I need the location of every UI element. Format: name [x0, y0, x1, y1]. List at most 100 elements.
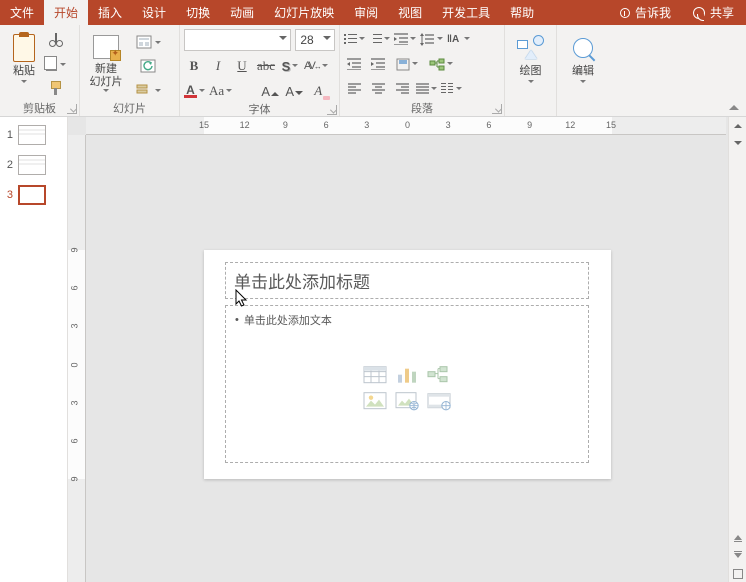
new-slide-button[interactable]: ✦ 新建 幻灯片 [84, 29, 128, 95]
font-color-button[interactable]: A [184, 81, 205, 101]
brush-icon [49, 81, 63, 95]
bullets-button[interactable] [344, 29, 365, 49]
increase-indent-button[interactable] [368, 54, 388, 74]
previous-slide-button[interactable] [729, 529, 746, 546]
tab-home[interactable]: 开始 [44, 0, 88, 25]
share-button[interactable]: 共享 [681, 4, 746, 21]
font-launcher[interactable] [327, 105, 337, 115]
align-center-button[interactable] [368, 79, 388, 99]
ruler-tick: 0 [405, 120, 410, 130]
scroll-up-button[interactable] [729, 117, 746, 134]
change-case-button[interactable]: Aa [209, 81, 232, 101]
tab-file[interactable]: 文件 [0, 0, 44, 25]
slide-thumb-3[interactable]: 3 [3, 182, 64, 207]
text-shadow-button[interactable]: S [280, 56, 300, 76]
tab-insert[interactable]: 插入 [88, 0, 132, 25]
new-slide-dropdown-icon [103, 89, 109, 95]
thumb-preview-icon [18, 155, 46, 175]
copy-icon [46, 58, 57, 71]
section-button[interactable] [130, 81, 166, 99]
decrease-indent-icon [347, 58, 361, 70]
line-spacing-icon [420, 33, 435, 46]
insert-chart-icon[interactable] [394, 365, 420, 385]
find-button[interactable]: 编辑 [561, 29, 605, 95]
share-label: 共享 [710, 4, 734, 21]
title-placeholder-text: 单击此处添加标题 [234, 268, 370, 293]
ruler-tick: 6 [486, 120, 491, 130]
fit-slide-button[interactable] [729, 565, 746, 582]
ruler-tick: 6 [324, 120, 329, 130]
draw-label: 绘图 [520, 65, 542, 78]
content-placeholder[interactable]: 单击此处添加文本 [225, 305, 589, 463]
ruler-tick: 9 [70, 476, 80, 481]
ruler-tick: 12 [240, 120, 250, 130]
shrink-font-button[interactable]: A [284, 81, 304, 101]
copy-button[interactable] [46, 55, 66, 73]
columns-button[interactable] [441, 79, 462, 99]
clear-formatting-button[interactable]: A [308, 81, 328, 101]
decrease-indent-button[interactable] [344, 54, 364, 74]
ruler-tick: 6 [70, 438, 80, 443]
tab-help[interactable]: 帮助 [500, 0, 544, 25]
tab-slideshow[interactable]: 幻灯片放映 [264, 0, 344, 25]
paragraph-launcher[interactable] [492, 104, 502, 114]
group-font-label: 字体 [249, 101, 271, 117]
insert-picture-icon[interactable] [362, 391, 388, 411]
ruler-tick: 3 [446, 120, 451, 130]
char-spacing-button[interactable]: AV↔ [304, 56, 328, 76]
tab-view[interactable]: 视图 [388, 0, 432, 25]
paste-dropdown-icon [21, 80, 27, 86]
increase-indent-icon [371, 58, 385, 70]
tab-review[interactable]: 审阅 [344, 0, 388, 25]
slide-editor[interactable]: 单击此处添加标题 单击此处添加文本 [204, 250, 611, 479]
layout-button[interactable] [130, 33, 166, 51]
ruler-tick: 15 [606, 120, 616, 130]
reset-slide-button[interactable] [130, 57, 166, 75]
line-spacing-button[interactable] [420, 29, 443, 49]
insert-table-icon[interactable] [362, 365, 388, 385]
workspace: 1 2 3 151296303691215 9630369 单击此处添加标题 单… [0, 117, 746, 582]
underline-button[interactable]: U [232, 56, 252, 76]
text-direction-button[interactable]: ‖A [447, 29, 470, 49]
shapes-button[interactable]: 绘图 [509, 29, 552, 95]
tab-transitions[interactable]: 切换 [176, 0, 220, 25]
person-icon [693, 7, 705, 19]
strikethrough-button[interactable]: abc [256, 56, 276, 76]
tell-me-search[interactable]: 告诉我 [610, 4, 681, 21]
format-painter-button[interactable] [46, 79, 66, 97]
font-size-combo[interactable]: 28 [295, 29, 335, 51]
slide-canvas-area[interactable]: 151296303691215 9630369 单击此处添加标题 单击此处添加文… [68, 117, 746, 582]
bold-button[interactable]: B [184, 56, 204, 76]
slide-thumb-2[interactable]: 2 [3, 152, 64, 177]
scroll-down-button[interactable] [729, 134, 746, 151]
svg-text:‖A: ‖A [447, 34, 459, 45]
reset-icon [140, 59, 156, 73]
insert-video-icon[interactable] [426, 391, 452, 411]
slide-thumb-1[interactable]: 1 [3, 122, 64, 147]
paste-label: 粘贴 [13, 65, 35, 78]
align-right-button[interactable] [392, 79, 412, 99]
numbering-button[interactable] [369, 29, 390, 49]
italic-button[interactable]: I [208, 56, 228, 76]
valign-icon [396, 58, 410, 71]
convert-smartart-button[interactable] [426, 54, 456, 74]
vertical-align-button[interactable] [392, 54, 422, 74]
edit-label: 编辑 [572, 65, 594, 78]
cut-button[interactable] [46, 31, 66, 49]
grow-font-button[interactable]: A [260, 81, 280, 101]
insert-smartart-icon[interactable] [426, 365, 452, 385]
align-left-button[interactable] [344, 79, 364, 99]
numbering-icon [369, 33, 382, 45]
insert-online-picture-icon[interactable] [394, 391, 420, 411]
tab-design[interactable]: 设计 [132, 0, 176, 25]
collapse-ribbon-button[interactable] [726, 100, 742, 114]
title-placeholder[interactable]: 单击此处添加标题 [225, 262, 589, 299]
tab-developer[interactable]: 开发工具 [432, 0, 500, 25]
align-justify-button[interactable] [416, 79, 437, 99]
indent-buttons[interactable] [394, 29, 416, 49]
font-name-combo[interactable] [184, 29, 291, 51]
tab-animations[interactable]: 动画 [220, 0, 264, 25]
next-slide-button[interactable] [729, 547, 746, 564]
paste-button[interactable]: 粘贴 [4, 29, 44, 95]
clipboard-launcher[interactable] [67, 104, 77, 114]
